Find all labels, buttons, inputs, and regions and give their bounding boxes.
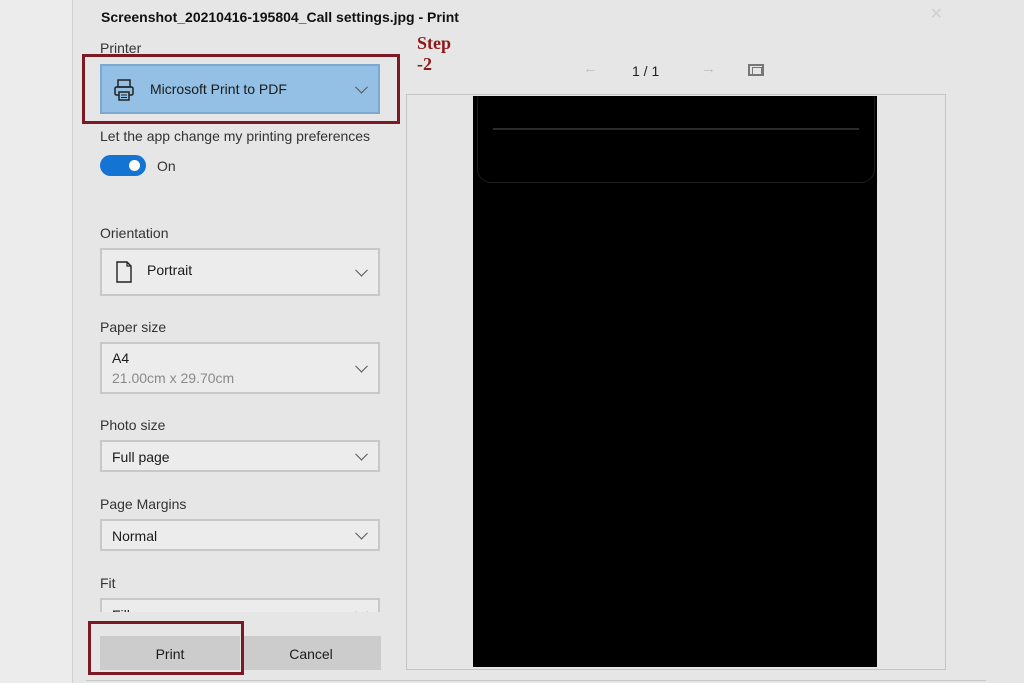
preferences-label: Let the app change my printing preferenc… (100, 128, 371, 144)
printer-highlight-box (82, 54, 400, 124)
fit-label: Fit (100, 575, 116, 591)
paper-size-selected: A4 (112, 350, 130, 366)
chevron-down-icon (355, 359, 368, 373)
page-margins-select[interactable]: Normal (100, 519, 380, 551)
dialog-title: Screenshot_20210416-195804_Call settings… (101, 9, 459, 25)
photo-size-select[interactable]: Full page (100, 440, 380, 472)
orientation-select[interactable]: Portrait (100, 248, 380, 296)
toggle-knob (129, 160, 140, 171)
paper-size-dimensions: 21.00cm x 29.70cm (112, 370, 235, 386)
step-annotation: Step -2 (417, 33, 452, 74)
arrow-left-icon[interactable]: ← (583, 60, 598, 77)
print-highlight-box (88, 621, 244, 675)
paper-size-select[interactable]: A4 21.00cm x 29.70cm (100, 342, 380, 394)
arrow-right-icon[interactable]: → (701, 60, 716, 77)
background-margin (0, 0, 72, 683)
cancel-button[interactable]: Cancel (241, 636, 381, 670)
print-preview (406, 94, 946, 670)
paper-size-label: Paper size (100, 319, 167, 335)
chevron-down-icon (355, 526, 368, 540)
orientation-label: Orientation (100, 225, 169, 241)
orientation-selected: Portrait (147, 262, 193, 278)
close-icon[interactable]: ✕ (930, 4, 943, 24)
chevron-down-icon (355, 447, 368, 461)
preview-frame (477, 96, 875, 183)
toggle-state-label: On (157, 158, 176, 174)
settings-panel: Screenshot_20210416-195804_Call settings… (73, 0, 459, 683)
page-count: 1 / 1 (632, 63, 660, 79)
fit-to-window-icon[interactable] (748, 64, 764, 76)
preview-page (473, 96, 877, 667)
bottom-divider (86, 680, 986, 681)
page-margins-selected: Normal (112, 528, 158, 544)
page-icon (116, 261, 132, 283)
page-margins-label: Page Margins (100, 496, 187, 512)
preview-divider (493, 128, 859, 130)
chevron-down-icon (355, 263, 368, 277)
preferences-toggle[interactable] (100, 155, 146, 176)
photo-size-selected: Full page (112, 449, 170, 465)
photo-size-label: Photo size (100, 417, 166, 433)
print-dialog: Screenshot_20210416-195804_Call settings… (72, 0, 1024, 683)
